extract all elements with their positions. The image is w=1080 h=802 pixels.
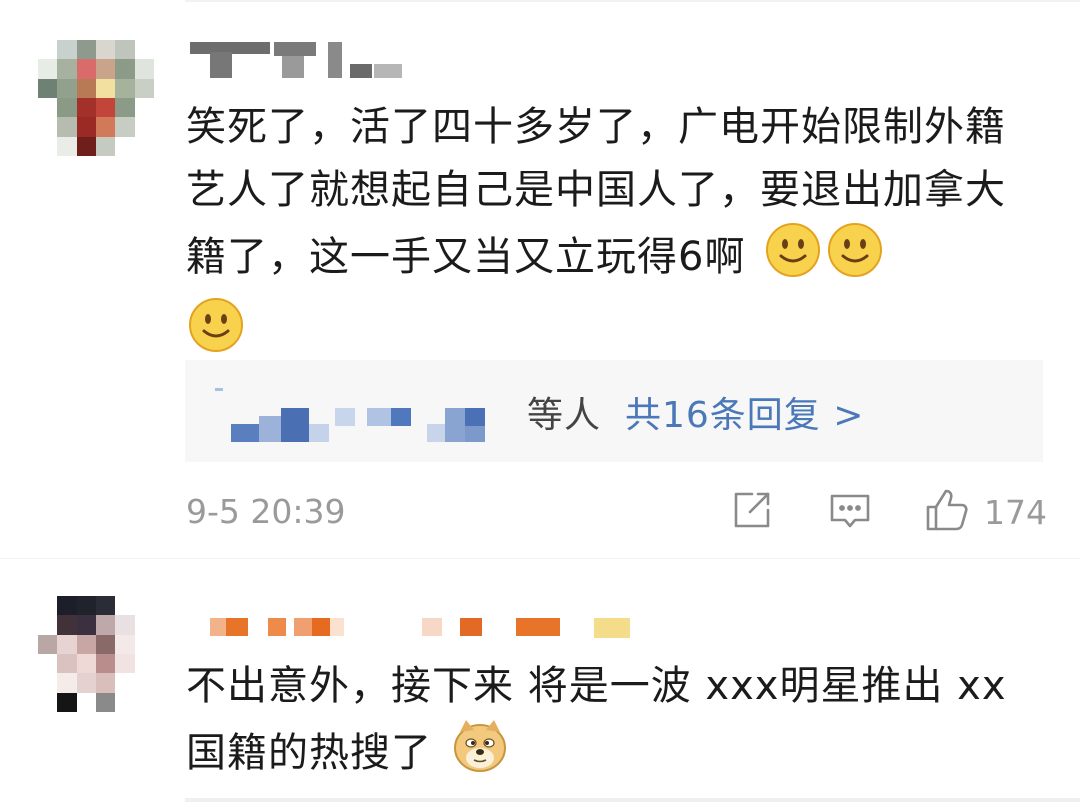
reply-button[interactable] [828, 490, 872, 534]
view-replies-link[interactable]: 共16条回复 > [625, 386, 864, 438]
like-count: 174 [984, 492, 1047, 532]
replies-preview[interactable]: 等人 共16条回复 > [185, 360, 1043, 462]
reply-names-suffix: 等人 [527, 395, 602, 436]
reply-usernames-pixelated [215, 382, 525, 442]
comment-text: 不出意外，接下来 将是一波 xxx明星推出 xx国籍的热搜了 [186, 655, 1036, 793]
like-button[interactable]: 174 [924, 487, 1047, 537]
comment-icon [828, 488, 872, 536]
smile-emoji [765, 222, 821, 297]
comment-separator [0, 558, 1080, 573]
comment-text: 笑死了，活了四十多岁了，广电开始限制外籍艺人了就想起自己是中国人了，要退出加拿大… [186, 96, 1036, 372]
username-pixelated[interactable] [210, 614, 640, 640]
smile-emoji [827, 222, 883, 297]
bottom-divider [185, 798, 1080, 802]
comment-timestamp: 9-5 20:39 [186, 492, 346, 531]
top-divider [185, 0, 1080, 2]
username-pixelated[interactable] [190, 42, 410, 82]
avatar[interactable] [38, 40, 154, 156]
share-icon [730, 488, 774, 536]
doge-emoji [452, 718, 508, 793]
avatar[interactable] [38, 596, 154, 712]
thumbs-up-icon [924, 487, 970, 537]
share-button[interactable] [730, 490, 774, 534]
